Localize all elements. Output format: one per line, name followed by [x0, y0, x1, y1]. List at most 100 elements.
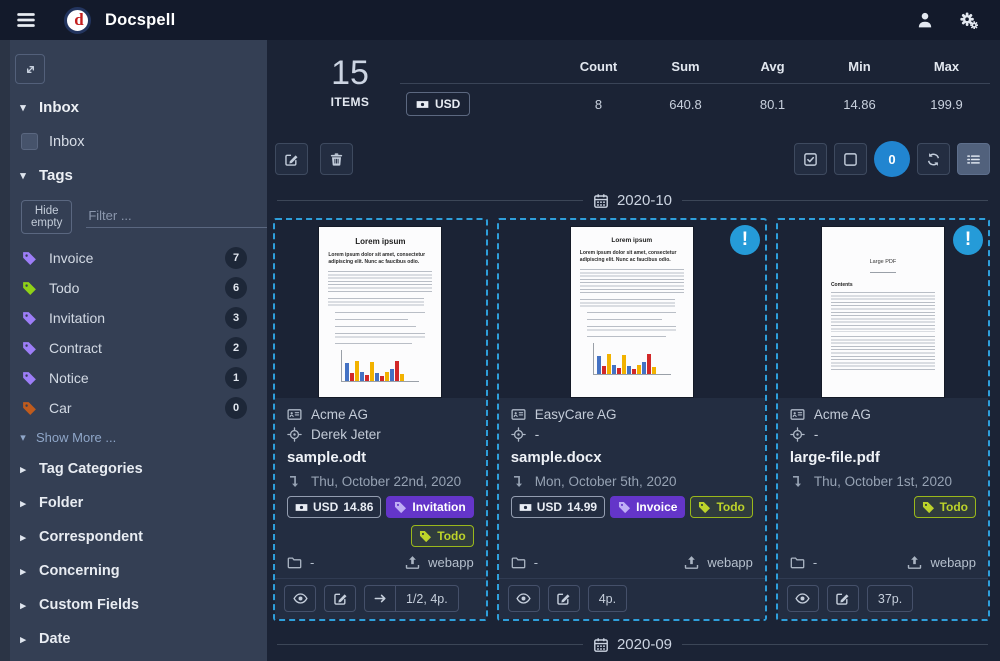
- chevron-right-icon: ▸: [18, 633, 28, 646]
- item-folder: -: [310, 555, 314, 570]
- stats-avg-value: 80.1: [729, 84, 816, 116]
- eye-icon: [795, 591, 810, 606]
- tag-item-contract[interactable]: Contract 2: [0, 333, 267, 363]
- sidebar-item-correspondent[interactable]: ▸ Correspondent: [0, 520, 267, 554]
- sidebar-item-date[interactable]: ▸ Date: [0, 622, 267, 656]
- tag-item-invoice[interactable]: Invoice 7: [0, 243, 267, 273]
- tag-badge: Invitation: [386, 496, 473, 518]
- edit-icon: [835, 591, 850, 606]
- calendar-icon: [593, 193, 609, 209]
- inbox-checkbox[interactable]: [21, 133, 38, 150]
- chevron-right-icon: ▸: [18, 497, 28, 510]
- eye-icon: [516, 591, 531, 606]
- search-sidebar: ▾ Inbox Inbox ▾ Tags Hide empty Invoice …: [0, 40, 267, 661]
- currency-badge: USD: [406, 92, 470, 116]
- expand-sidebar-button[interactable]: [15, 54, 45, 84]
- inbox-section-header[interactable]: ▾ Inbox: [0, 90, 267, 125]
- pages-label: 4p.: [588, 585, 627, 612]
- tag-item-notice[interactable]: Notice 1: [0, 363, 267, 393]
- sidebar-item-due-date[interactable]: ▸ Due Date: [0, 656, 267, 661]
- money-icon: [519, 501, 532, 514]
- correspondent-icon: [511, 407, 526, 422]
- list-view-button[interactable]: [957, 143, 990, 175]
- gears-icon[interactable]: [960, 11, 978, 29]
- item-thumbnail: Lorem ipsum Lorem ipsum dolor sit amet, …: [275, 220, 486, 398]
- item-card-actions: 37p.: [778, 578, 988, 619]
- tag-filter-wrap: [86, 207, 267, 228]
- amount-badge: USD14.86: [287, 496, 381, 518]
- tag-icon: [22, 371, 37, 386]
- items-count: 15: [315, 56, 385, 92]
- tag-count-badge: 1: [225, 367, 247, 389]
- correspondent-icon: [287, 407, 302, 422]
- thumbnail-chart: [341, 350, 419, 382]
- preview-button[interactable]: [284, 585, 316, 612]
- preview-button[interactable]: [787, 585, 819, 612]
- stats-col-sum: Sum: [642, 56, 729, 84]
- money-icon: [295, 501, 308, 514]
- tag-item-invitation[interactable]: Invitation 3: [0, 303, 267, 333]
- item-card[interactable]: Lorem ipsum Lorem ipsum dolor sit amet, …: [273, 218, 488, 621]
- pages-label: 1/2, 4p.: [396, 585, 459, 612]
- reload-button[interactable]: [917, 143, 950, 175]
- preview-button[interactable]: [508, 585, 540, 612]
- menu-icon[interactable]: [16, 10, 36, 30]
- docspell-logo[interactable]: d: [64, 7, 91, 34]
- selection-count-badge: 0: [874, 141, 910, 177]
- stats-sum-value: 640.8: [642, 84, 729, 116]
- edit-item-button[interactable]: [324, 585, 356, 612]
- tag-filter-input[interactable]: [86, 207, 266, 224]
- chevron-down-icon: ▾: [18, 101, 28, 114]
- edit-icon: [284, 152, 299, 167]
- upload-icon: [684, 555, 699, 570]
- tags-section-header[interactable]: ▾ Tags: [0, 158, 267, 193]
- item-correspondent: EasyCare AG: [535, 407, 617, 422]
- calendar-icon: [593, 637, 609, 653]
- select-all-button[interactable]: [794, 143, 827, 175]
- show-more-link[interactable]: ▾ Show More ...: [0, 423, 267, 452]
- open-detail-button[interactable]: [364, 585, 396, 612]
- select-none-button[interactable]: [834, 143, 867, 175]
- item-source: webapp: [930, 555, 976, 570]
- attention-badge: !: [953, 225, 983, 255]
- tag-item-car[interactable]: Car 0: [0, 393, 267, 423]
- date-group-header: 2020-10: [277, 192, 988, 209]
- sidebar-item-tag-categories[interactable]: ▸ Tag Categories: [0, 452, 267, 486]
- chevron-right-icon: ▸: [18, 463, 28, 476]
- tag-icon: [698, 501, 711, 514]
- item-card-actions: 1/2, 4p.: [275, 578, 486, 619]
- concerning-icon: [287, 427, 302, 442]
- item-source: webapp: [428, 555, 474, 570]
- item-correspondent: Acme AG: [814, 407, 871, 422]
- check-square-icon: [803, 152, 818, 167]
- items-toolbar: 0: [275, 141, 990, 177]
- item-concerning: Derek Jeter: [311, 427, 381, 442]
- date-group-label: 2020-09: [617, 636, 672, 653]
- sync-icon: [926, 152, 941, 167]
- items-label: ITEMS: [315, 95, 385, 109]
- chevron-down-icon: ▾: [18, 169, 28, 182]
- sidebar-item-custom-fields[interactable]: ▸ Custom Fields: [0, 588, 267, 622]
- tag-icon: [22, 341, 37, 356]
- hide-empty-button[interactable]: Hide empty: [21, 200, 72, 234]
- tag-count-badge: 7: [225, 247, 247, 269]
- edit-item-button[interactable]: [827, 585, 859, 612]
- upload-icon: [907, 555, 922, 570]
- item-card[interactable]: Large PDF Contents ! Acme AG - large-fil…: [776, 218, 990, 621]
- stats-min-value: 14.86: [816, 84, 903, 116]
- delete-selected-button[interactable]: [320, 143, 353, 175]
- item-date: Mon, October 5th, 2020: [535, 474, 677, 489]
- sidebar-item-folder[interactable]: ▸ Folder: [0, 486, 267, 520]
- user-icon[interactable]: [916, 11, 934, 29]
- attention-badge: !: [730, 225, 760, 255]
- inbox-checkbox-row[interactable]: Inbox: [0, 125, 267, 158]
- tag-item-todo[interactable]: Todo 6: [0, 273, 267, 303]
- item-card[interactable]: Lorem ipsum Lorem ipsum dolor sit amet, …: [497, 218, 767, 621]
- item-correspondent: Acme AG: [311, 407, 368, 422]
- tag-icon: [22, 311, 37, 326]
- folder-icon: [790, 555, 805, 570]
- item-meta: EasyCare AG - sample.docx Mon, October 5…: [499, 398, 765, 551]
- edit-selected-button[interactable]: [275, 143, 308, 175]
- sidebar-item-concerning[interactable]: ▸ Concerning: [0, 554, 267, 588]
- edit-item-button[interactable]: [548, 585, 580, 612]
